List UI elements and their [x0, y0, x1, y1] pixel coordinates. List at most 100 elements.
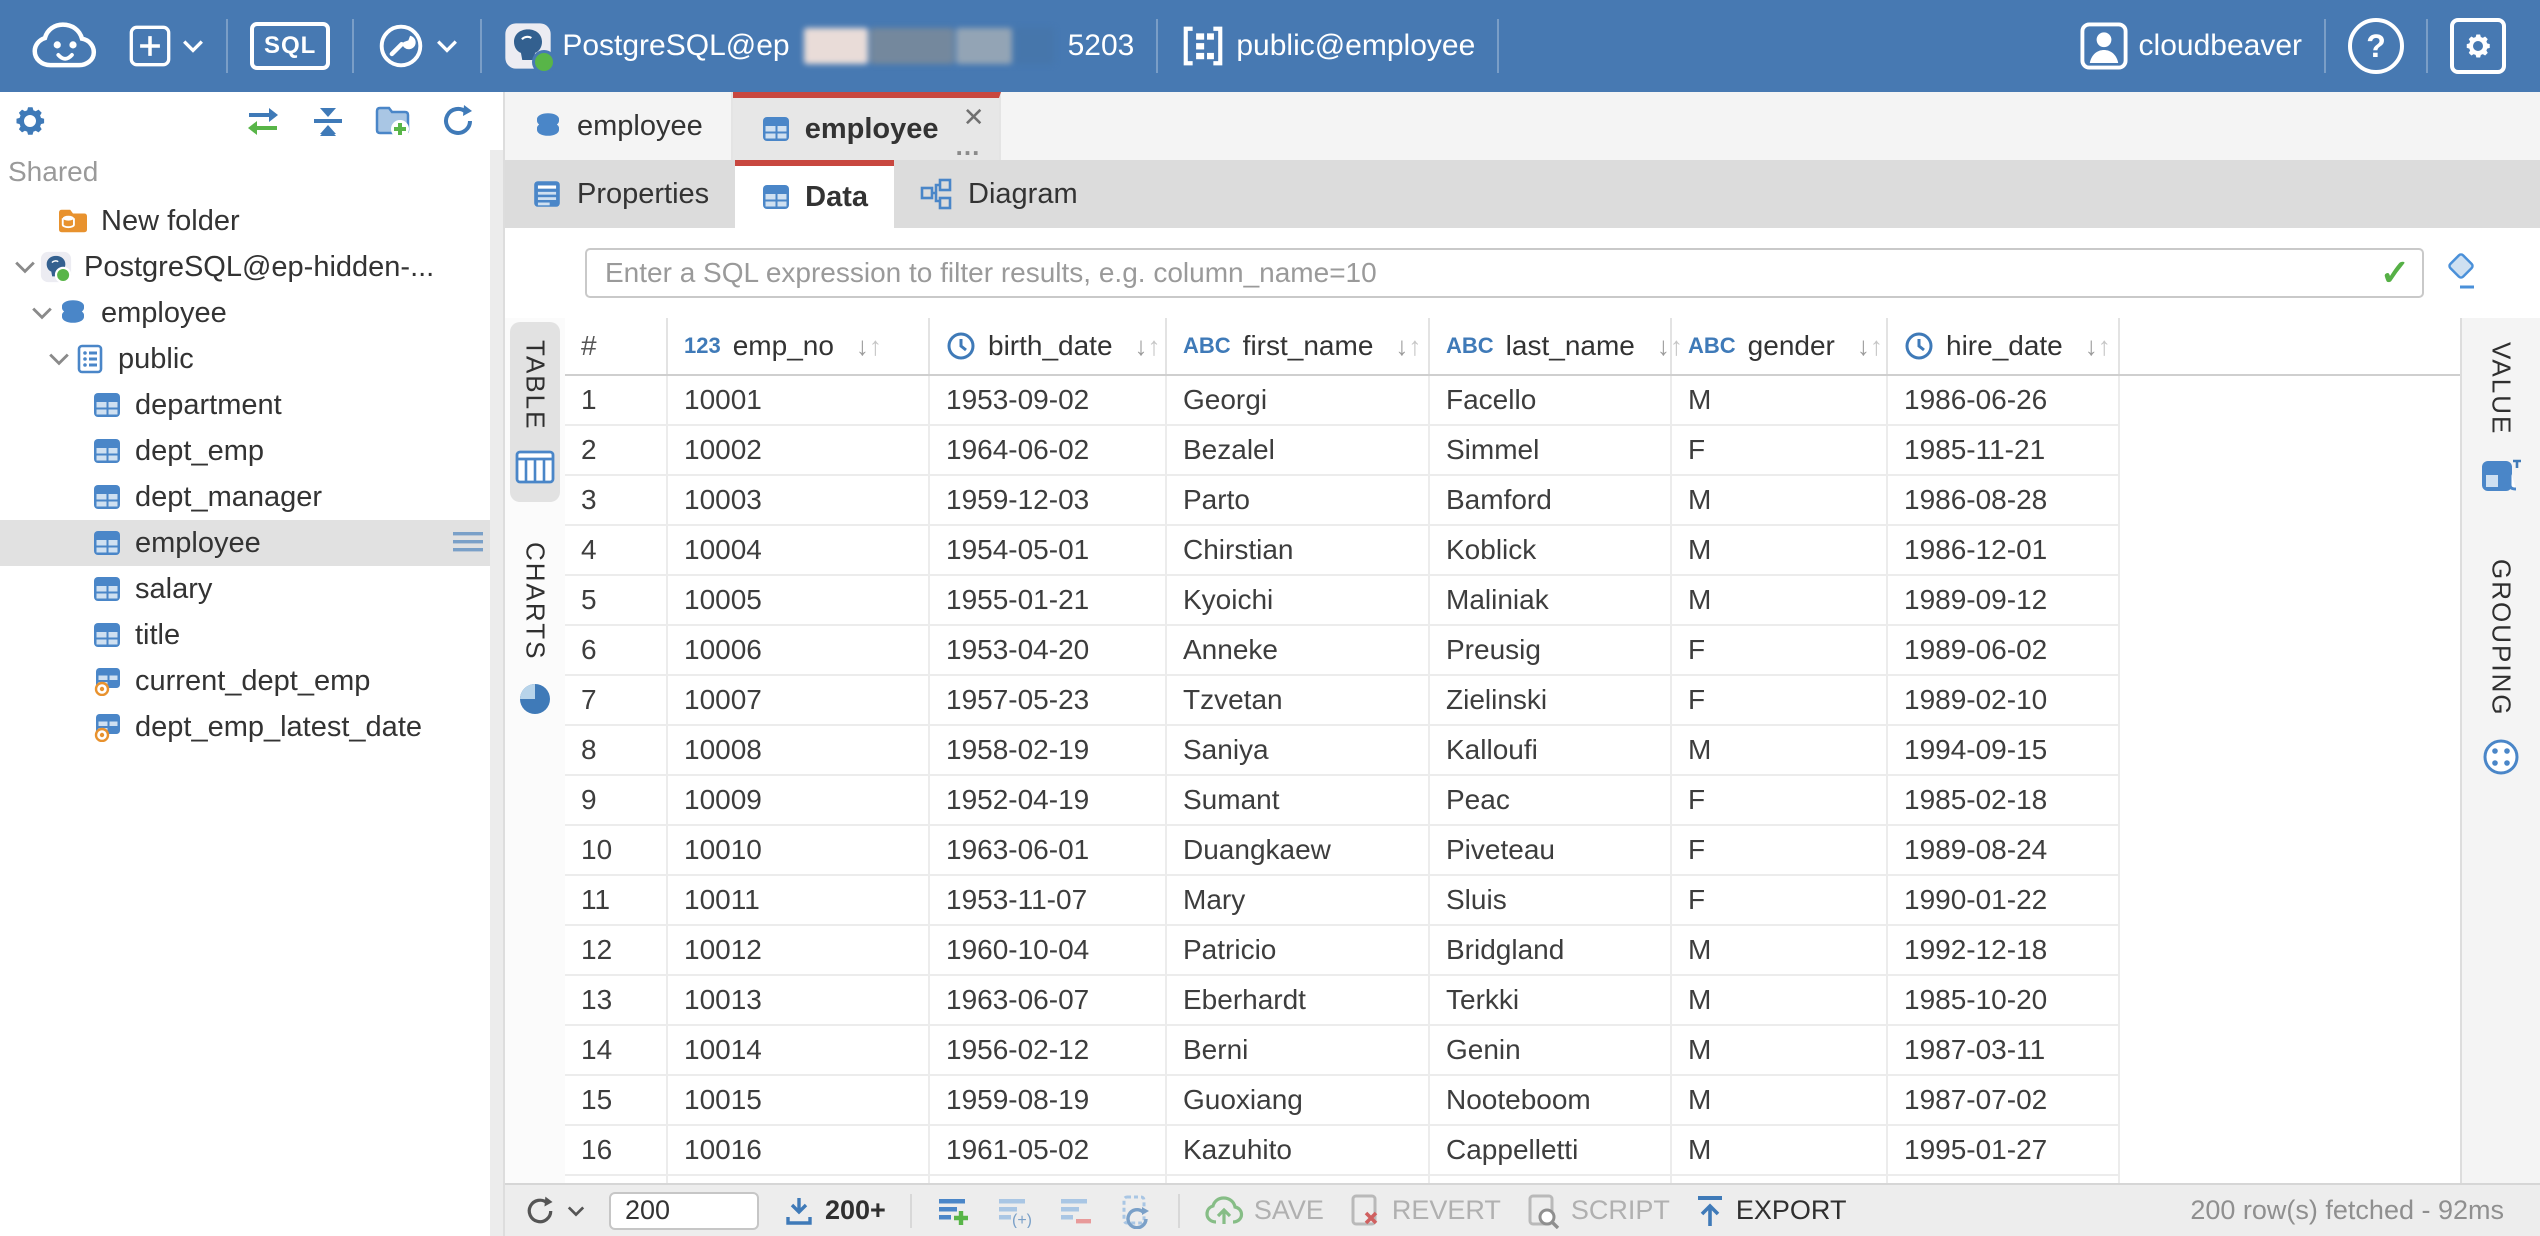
filter-input[interactable] [587, 257, 2380, 289]
cell-r4-hire_date[interactable]: 1986-12-01 [1888, 526, 2120, 576]
fetch-size-input[interactable] [609, 1192, 759, 1230]
cell-r12-index[interactable]: 12 [565, 926, 668, 976]
settings-button[interactable] [2436, 0, 2520, 92]
cell-r10-last_name[interactable]: Piveteau [1430, 826, 1672, 876]
presentation-tab-table[interactable]: TABLE [510, 322, 560, 502]
cell-r3-birth_date[interactable]: 1959-12-03 [930, 476, 1167, 526]
cell-r16-first_name[interactable]: Kazuhito [1167, 1126, 1430, 1176]
cell-r8-last_name[interactable]: Kalloufi [1430, 726, 1672, 776]
clear-filter-button[interactable] [2440, 253, 2480, 293]
cell-r4-index[interactable]: 4 [565, 526, 668, 576]
link-editor-button[interactable] [243, 104, 283, 138]
presentation-tab-charts[interactable]: CHARTS [512, 524, 558, 734]
tree-item-title[interactable]: title [0, 612, 503, 658]
cell-r5-emp_no[interactable]: 10005 [668, 576, 930, 626]
cell-r10-hire_date[interactable]: 1989-08-24 [1888, 826, 2120, 876]
tree-item-public[interactable]: public [0, 336, 503, 382]
cell-r15-emp_no[interactable]: 10015 [668, 1076, 930, 1126]
cell-r9-birth_date[interactable]: 1952-04-19 [930, 776, 1167, 826]
user-menu-button[interactable]: cloudbeaver [2065, 0, 2316, 92]
cell-r3-emp_no[interactable]: 10003 [668, 476, 930, 526]
cell-r2-index[interactable]: 2 [565, 426, 668, 476]
tree-item-employee[interactable]: employee [0, 290, 503, 336]
cell-r6-gender[interactable]: F [1672, 626, 1888, 676]
sort-arrows-icon[interactable]: ↓↑ [2085, 331, 2111, 362]
fetch-more-button[interactable]: 200+ [783, 1195, 886, 1227]
cell-r7-index[interactable]: 7 [565, 676, 668, 726]
cell-r3-last_name[interactable]: Bamford [1430, 476, 1672, 526]
export-button[interactable]: EXPORT [1694, 1194, 1847, 1228]
cell-r1-birth_date[interactable]: 1953-09-02 [930, 376, 1167, 426]
collapse-all-button[interactable] [309, 104, 347, 138]
cell-r10-gender[interactable]: F [1672, 826, 1888, 876]
cell-r16-index[interactable]: 16 [565, 1126, 668, 1176]
sort-arrows-icon[interactable]: ↓↑ [1857, 331, 1883, 362]
cell-r7-hire_date[interactable]: 1989-02-10 [1888, 676, 2120, 726]
cell-r5-gender[interactable]: M [1672, 576, 1888, 626]
cell-r15-last_name[interactable]: Nooteboom [1430, 1076, 1672, 1126]
tree-expand-toggle[interactable] [27, 306, 57, 320]
cell-r15-hire_date[interactable]: 1987-07-02 [1888, 1076, 2120, 1126]
cell-r2-hire_date[interactable]: 1985-11-21 [1888, 426, 2120, 476]
cell-r10-birth_date[interactable]: 1963-06-01 [930, 826, 1167, 876]
delete-row-button[interactable] [1058, 1194, 1094, 1228]
cell-r2-emp_no[interactable]: 10002 [668, 426, 930, 476]
cell-r16-hire_date[interactable]: 1995-01-27 [1888, 1126, 2120, 1176]
cell-r2-last_name[interactable]: Simmel [1430, 426, 1672, 476]
cell-r9-index[interactable]: 9 [565, 776, 668, 826]
column-header-hire_date[interactable]: hire_date↓↑ [1888, 318, 2120, 374]
cell-r6-birth_date[interactable]: 1953-04-20 [930, 626, 1167, 676]
tools-menu-button[interactable] [362, 0, 472, 92]
add-row-button[interactable] [936, 1194, 972, 1228]
cell-r5-birth_date[interactable]: 1955-01-21 [930, 576, 1167, 626]
cell-r11-emp_no[interactable]: 10011 [668, 876, 930, 926]
cell-r16-gender[interactable]: M [1672, 1126, 1888, 1176]
cell-r3-first_name[interactable]: Parto [1167, 476, 1430, 526]
tree-item-department[interactable]: department [0, 382, 503, 428]
cell-r6-last_name[interactable]: Preusig [1430, 626, 1672, 676]
subtab-data[interactable]: Data [735, 160, 894, 228]
sort-arrows-icon[interactable]: ↓↑ [1395, 331, 1421, 362]
cell-r4-first_name[interactable]: Chirstian [1167, 526, 1430, 576]
column-header-index[interactable]: # [565, 318, 668, 374]
cell-r13-gender[interactable]: M [1672, 976, 1888, 1026]
cell-r8-first_name[interactable]: Saniya [1167, 726, 1430, 776]
cell-r9-hire_date[interactable]: 1985-02-18 [1888, 776, 2120, 826]
cell-r11-birth_date[interactable]: 1953-11-07 [930, 876, 1167, 926]
cell-r13-hire_date[interactable]: 1985-10-20 [1888, 976, 2120, 1026]
cell-r8-hire_date[interactable]: 1994-09-15 [1888, 726, 2120, 776]
cell-r4-emp_no[interactable]: 10004 [668, 526, 930, 576]
revert-cell-button[interactable] [1118, 1193, 1154, 1229]
cell-r7-first_name[interactable]: Tzvetan [1167, 676, 1430, 726]
refresh-results-button[interactable] [523, 1194, 585, 1228]
column-header-emp_no[interactable]: 123emp_no↓↑ [668, 318, 930, 374]
cell-r10-index[interactable]: 10 [565, 826, 668, 876]
sql-editor-button[interactable]: SQL [236, 0, 344, 92]
cell-r2-gender[interactable]: F [1672, 426, 1888, 476]
panel-tab-value[interactable]: VALUE [2475, 332, 2527, 505]
cell-r6-hire_date[interactable]: 1989-06-02 [1888, 626, 2120, 676]
cell-r5-index[interactable]: 5 [565, 576, 668, 626]
cell-r1-emp_no[interactable]: 10001 [668, 376, 930, 426]
column-header-last_name[interactable]: ABClast_name↓↑ [1430, 318, 1672, 374]
cell-r12-hire_date[interactable]: 1992-12-18 [1888, 926, 2120, 976]
cell-r3-gender[interactable]: M [1672, 476, 1888, 526]
sidebar-settings-button[interactable] [12, 103, 48, 139]
tree-item-dept-manager[interactable]: dept_manager [0, 474, 503, 520]
editor-tab-employee-active[interactable]: employee✕… [733, 92, 1001, 160]
new-connection-button[interactable] [114, 0, 218, 92]
cell-r1-last_name[interactable]: Facello [1430, 376, 1672, 426]
schema-selector[interactable]: public@employee [1166, 0, 1489, 92]
cell-r14-emp_no[interactable]: 10014 [668, 1026, 930, 1076]
cell-r2-birth_date[interactable]: 1964-06-02 [930, 426, 1167, 476]
tree-expand-toggle[interactable] [44, 352, 74, 366]
column-header-first_name[interactable]: ABCfirst_name↓↑ [1167, 318, 1430, 374]
cell-r15-birth_date[interactable]: 1959-08-19 [930, 1076, 1167, 1126]
refresh-tree-button[interactable] [439, 102, 477, 140]
sort-arrows-icon[interactable]: ↓↑ [856, 331, 882, 362]
cell-r11-gender[interactable]: F [1672, 876, 1888, 926]
cell-r12-gender[interactable]: M [1672, 926, 1888, 976]
cell-r11-first_name[interactable]: Mary [1167, 876, 1430, 926]
cell-r14-first_name[interactable]: Berni [1167, 1026, 1430, 1076]
panel-tab-grouping[interactable]: GROUPING [2476, 549, 2526, 787]
